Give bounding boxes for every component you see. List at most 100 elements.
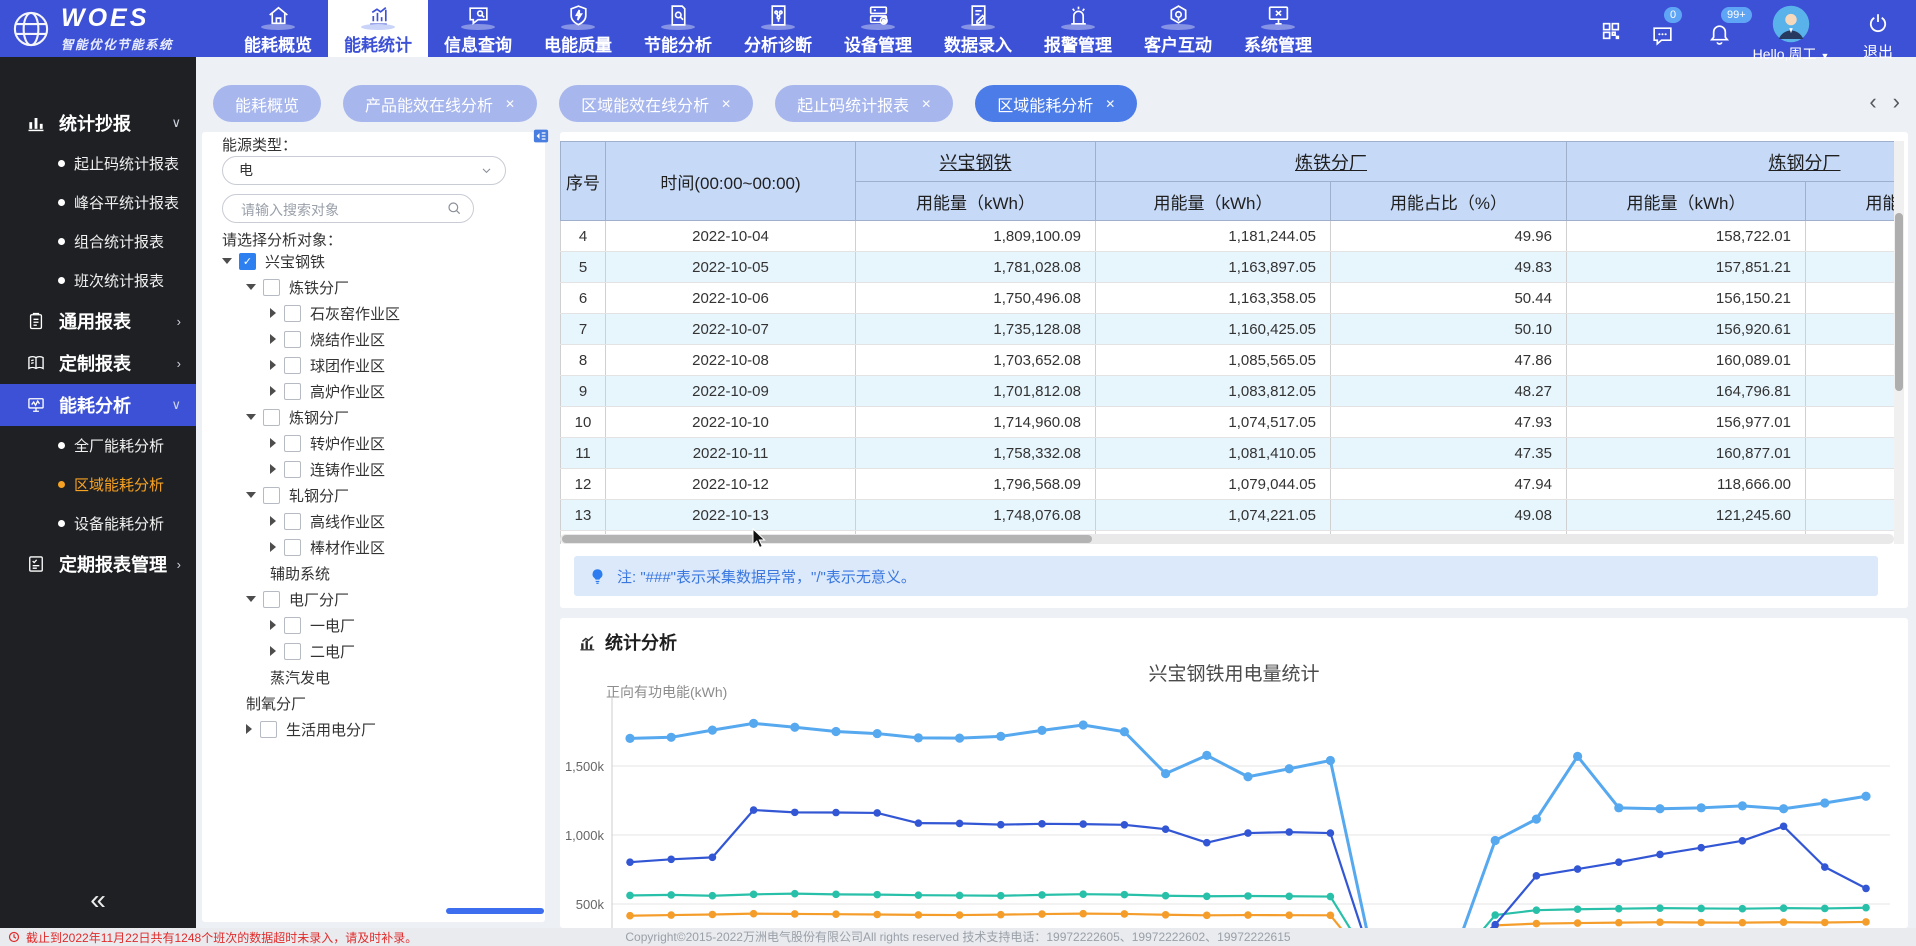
sidebar-item-班次统计报表[interactable]: 班次统计报表 xyxy=(0,261,196,300)
nav-item-monitor-gear[interactable]: 系统管理 xyxy=(1228,0,1328,57)
group-header-link[interactable]: 炼铁分厂 xyxy=(1295,153,1367,173)
expand-arrow-icon[interactable] xyxy=(246,492,256,498)
nav-item-doc-pen[interactable]: 数据录入 xyxy=(928,0,1028,57)
checkbox[interactable] xyxy=(284,461,301,478)
collapse-arrow-icon[interactable] xyxy=(270,334,276,344)
energy-type-select[interactable]: 电 xyxy=(222,156,506,185)
close-icon[interactable]: ✕ xyxy=(921,97,931,111)
sidebar-item-起止码统计报表[interactable]: 起止码统计报表 xyxy=(0,144,196,183)
sidebar-item-区域能耗分析[interactable]: 区域能耗分析 xyxy=(0,465,196,504)
close-icon[interactable]: ✕ xyxy=(1105,97,1115,111)
tab-scroll-left-icon[interactable]: ‹ xyxy=(1869,91,1876,113)
sidebar-item-全厂能耗分析[interactable]: 全厂能耗分析 xyxy=(0,426,196,465)
tree-horizontal-scrollbar[interactable] xyxy=(446,908,544,914)
collapse-arrow-icon[interactable] xyxy=(270,646,276,656)
tab-产品能效在线分析[interactable]: 产品能效在线分析✕ xyxy=(343,85,537,122)
tree-node-兴宝钢铁[interactable]: ✓兴宝钢铁 xyxy=(218,248,539,274)
tree-node-高线作业区[interactable]: 高线作业区 xyxy=(218,508,539,534)
sidebar-item-设备能耗分析[interactable]: 设备能耗分析 xyxy=(0,504,196,543)
nav-item-hex-gear[interactable]: 客户互动 xyxy=(1128,0,1228,57)
sidebar-item-组合统计报表[interactable]: 组合统计报表 xyxy=(0,222,196,261)
checkbox[interactable] xyxy=(284,617,301,634)
tree-node-炼铁分厂[interactable]: 炼铁分厂 xyxy=(218,274,539,300)
tree-node-转炉作业区[interactable]: 转炉作业区 xyxy=(218,430,539,456)
checkbox[interactable] xyxy=(284,331,301,348)
checkbox[interactable] xyxy=(284,539,301,556)
tree-node-制氧分厂[interactable]: 制氧分厂 xyxy=(218,690,539,716)
nav-item-shield-bolt[interactable]: 电能质量 xyxy=(528,0,628,57)
collapse-arrow-icon[interactable] xyxy=(270,542,276,552)
tree-node-炼钢分厂[interactable]: 炼钢分厂 xyxy=(218,404,539,430)
checkbox[interactable] xyxy=(263,487,280,504)
nav-item-stats-chart[interactable]: 能耗统计 xyxy=(328,0,428,57)
tab-区域能耗分析[interactable]: 区域能耗分析✕ xyxy=(975,85,1137,122)
tab-起止码统计报表[interactable]: 起止码统计报表✕ xyxy=(775,85,953,122)
tree-node-二电厂[interactable]: 二电厂 xyxy=(218,638,539,664)
collapse-arrow-icon[interactable] xyxy=(270,620,276,630)
tree-node-电厂分厂[interactable]: 电厂分厂 xyxy=(218,586,539,612)
sidebar-group-定制报表[interactable]: 定制报表› xyxy=(0,342,196,384)
checkbox[interactable] xyxy=(284,643,301,660)
tree-node-辅助系统[interactable]: 辅助系统 xyxy=(218,560,539,586)
sidebar-group-能耗分析[interactable]: 能耗分析∨ xyxy=(0,384,196,426)
search-input[interactable] xyxy=(239,196,443,223)
expand-arrow-icon[interactable] xyxy=(222,258,232,264)
collapse-arrow-icon[interactable] xyxy=(270,464,276,474)
expand-arrow-icon[interactable] xyxy=(246,414,256,420)
tab-scroll-right-icon[interactable]: › xyxy=(1893,91,1900,113)
collapse-arrow-icon[interactable] xyxy=(270,516,276,526)
tree-node-生活用电分厂[interactable]: 生活用电分厂 xyxy=(218,716,539,742)
sidebar-collapse-button[interactable]: « xyxy=(0,886,196,914)
search-icon[interactable] xyxy=(446,200,462,216)
scrollbar-thumb[interactable] xyxy=(562,535,1092,543)
expand-arrow-icon[interactable] xyxy=(246,284,256,290)
nav-item-home[interactable]: 能耗概览 xyxy=(228,0,328,57)
bell-icon[interactable] xyxy=(1707,22,1732,47)
scrollbar-thumb[interactable] xyxy=(1895,213,1903,391)
checkbox[interactable] xyxy=(263,279,280,296)
nav-item-server-gear[interactable]: 设备管理 xyxy=(828,0,928,57)
sidebar-group-定期报表管理[interactable]: 定期报表管理› xyxy=(0,543,196,585)
checkbox[interactable] xyxy=(284,435,301,452)
nav-item-doc-search[interactable]: 节能分析 xyxy=(628,0,728,57)
checkbox[interactable] xyxy=(284,305,301,322)
tree-node-连铸作业区[interactable]: 连铸作业区 xyxy=(218,456,539,482)
qr-code-icon[interactable] xyxy=(1600,20,1622,42)
tree-node-一电厂[interactable]: 一电厂 xyxy=(218,612,539,638)
tree-node-石灰窑作业区[interactable]: 石灰窑作业区 xyxy=(218,300,539,326)
collapse-arrow-icon[interactable] xyxy=(270,308,276,318)
tree-node-轧钢分厂[interactable]: 轧钢分厂 xyxy=(218,482,539,508)
nav-item-alarm[interactable]: 报警管理 xyxy=(1028,0,1128,57)
checkbox[interactable]: ✓ xyxy=(239,253,256,270)
checkbox[interactable] xyxy=(284,513,301,530)
panel-collapse-icon[interactable] xyxy=(532,127,550,145)
group-header-link[interactable]: 兴宝钢铁 xyxy=(940,153,1012,173)
tree-node-高炉作业区[interactable]: 高炉作业区 xyxy=(218,378,539,404)
checkbox[interactable] xyxy=(260,721,277,738)
expand-arrow-icon[interactable] xyxy=(246,596,256,602)
sidebar-group-通用报表[interactable]: 通用报表› xyxy=(0,300,196,342)
tree-node-棒材作业区[interactable]: 棒材作业区 xyxy=(218,534,539,560)
power-icon[interactable] xyxy=(1866,11,1890,35)
collapse-arrow-icon[interactable] xyxy=(270,386,276,396)
user-menu[interactable]: Hello,周工▼ xyxy=(1730,44,1852,64)
close-icon[interactable]: ✕ xyxy=(721,97,731,111)
table-vertical-scrollbar[interactable] xyxy=(1894,141,1904,544)
tree-node-蒸汽发电[interactable]: 蒸汽发电 xyxy=(218,664,539,690)
collapse-arrow-icon[interactable] xyxy=(270,438,276,448)
nav-item-bubble-search[interactable]: 信息查询 xyxy=(428,0,528,57)
nav-item-doc-diagnose[interactable]: 分析诊断 xyxy=(728,0,828,57)
tree-node-烧结作业区[interactable]: 烧结作业区 xyxy=(218,326,539,352)
checkbox[interactable] xyxy=(263,591,280,608)
collapse-arrow-icon[interactable] xyxy=(246,724,252,734)
logout-button[interactable]: 退出 xyxy=(1850,41,1906,62)
sidebar-group-统计抄报[interactable]: 统计抄报∨ xyxy=(0,102,196,144)
message-icon[interactable] xyxy=(1650,23,1675,48)
table-horizontal-scrollbar[interactable] xyxy=(560,534,1894,544)
tab-能耗概览[interactable]: 能耗概览 xyxy=(213,85,321,122)
tree-node-球团作业区[interactable]: 球团作业区 xyxy=(218,352,539,378)
group-header-link[interactable]: 炼钢分厂 xyxy=(1769,153,1841,173)
avatar[interactable] xyxy=(1772,5,1810,43)
checkbox[interactable] xyxy=(263,409,280,426)
checkbox[interactable] xyxy=(284,383,301,400)
